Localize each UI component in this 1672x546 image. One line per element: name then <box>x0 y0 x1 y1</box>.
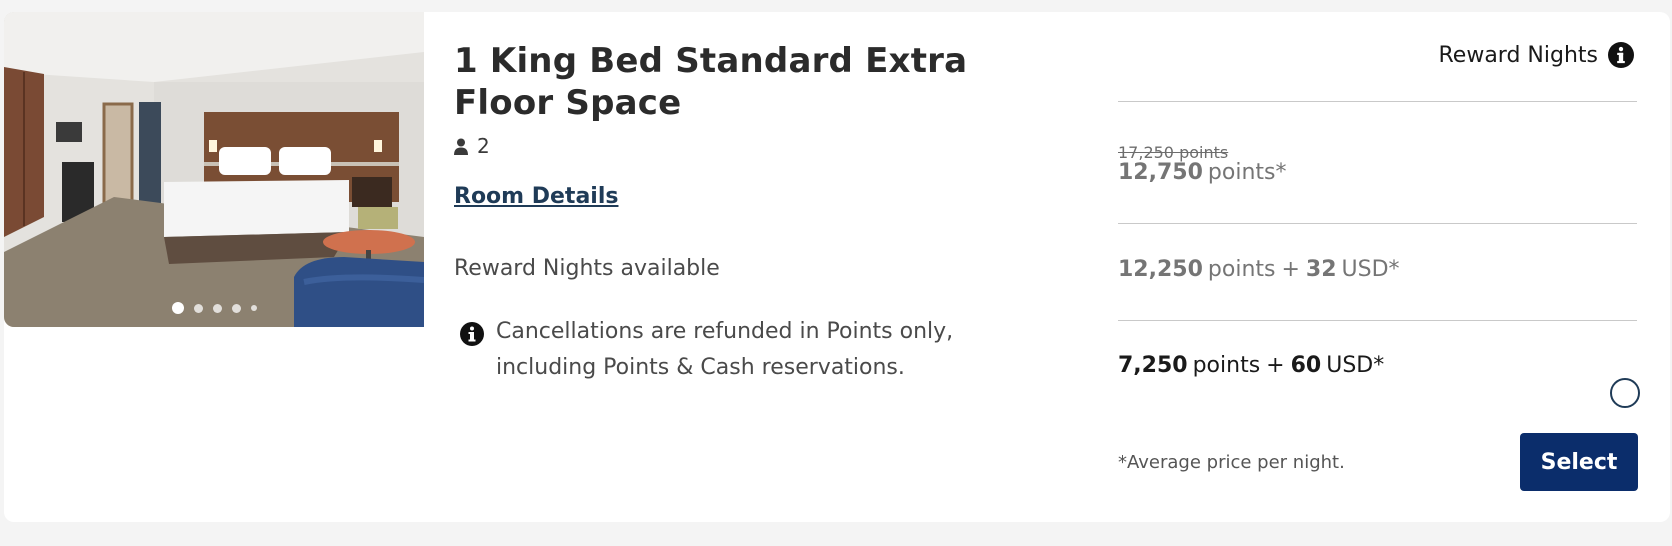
reward-availability-text: Reward Nights available <box>454 256 720 281</box>
cash-currency: USD* <box>1341 257 1400 282</box>
cancellation-text: Cancellations are refunded in Points onl… <box>496 319 954 380</box>
room-photo <box>4 12 424 327</box>
points-unit: points <box>1192 353 1261 378</box>
guest-capacity: 2 <box>454 134 490 158</box>
reward-nights-label: Reward Nights <box>1438 42 1599 68</box>
carousel-dot[interactable] <box>231 303 241 313</box>
select-button[interactable]: Select <box>1520 433 1638 491</box>
room-photo-carousel[interactable] <box>4 12 424 327</box>
plus-sign: + <box>1281 257 1300 282</box>
rate-divider <box>1118 101 1637 102</box>
info-icon <box>460 322 484 346</box>
average-price-footnote: *Average price per night. <box>1118 452 1345 473</box>
carousel-dot[interactable] <box>171 302 184 314</box>
cash-amount: 32 <box>1305 257 1337 282</box>
points-amount: 12,750 <box>1118 160 1203 185</box>
points-amount: 7,250 <box>1118 353 1188 378</box>
carousel-dots <box>4 302 424 314</box>
rate-option[interactable]: 12,250 points + 32 USD* <box>1118 257 1400 282</box>
points-unit: points <box>1207 257 1276 282</box>
rate-divider <box>1118 320 1637 321</box>
plus-sign: + <box>1266 353 1285 378</box>
rate-option[interactable]: 12,750 points* <box>1118 160 1286 185</box>
guest-count: 2 <box>477 134 490 158</box>
room-card: 1 King Bed Standard Extra Floor Space 2 … <box>4 12 1670 522</box>
reward-nights-header: Reward Nights <box>1438 42 1634 68</box>
cash-amount: 60 <box>1290 353 1322 378</box>
cancellation-note: Cancellations are refunded in Points onl… <box>460 314 1020 386</box>
cash-currency: USD* <box>1326 353 1385 378</box>
room-details-link[interactable]: Room Details <box>454 184 618 209</box>
points-unit: points* <box>1207 160 1287 185</box>
person-icon <box>454 138 468 155</box>
points-amount: 12,250 <box>1118 257 1203 282</box>
room-title: 1 King Bed Standard Extra Floor Space <box>454 41 968 123</box>
carousel-dot[interactable] <box>250 305 257 311</box>
carousel-dot[interactable] <box>212 303 222 313</box>
rate-radio-button[interactable] <box>1610 378 1640 408</box>
rate-divider <box>1118 223 1637 224</box>
rate-option[interactable]: 7,250 points + 60 USD* <box>1118 353 1384 378</box>
info-icon[interactable] <box>1608 42 1634 68</box>
carousel-dot[interactable] <box>193 303 203 313</box>
